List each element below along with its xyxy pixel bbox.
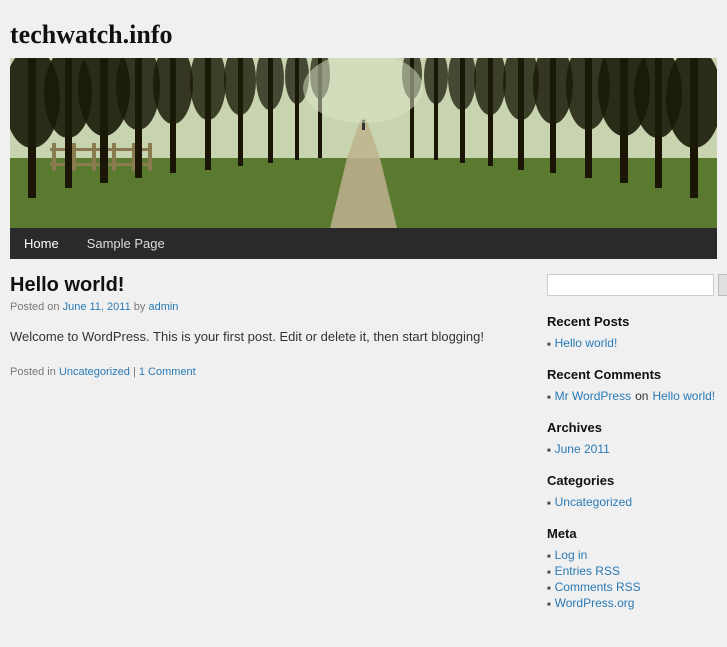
recent-posts-title: Recent Posts xyxy=(547,314,717,329)
nav-bar: Home Sample Page xyxy=(10,228,717,259)
recent-comments-title: Recent Comments xyxy=(547,367,717,382)
search-box: Search xyxy=(547,274,717,296)
site-title: techwatch.info xyxy=(10,10,717,58)
list-item: WordPress.org xyxy=(547,595,717,611)
post-meta-prefix: Posted on xyxy=(10,301,63,313)
meta-title: Meta xyxy=(547,526,717,541)
post-meta: Posted on June 11, 2011 by admin xyxy=(10,301,527,313)
post-content: Welcome to WordPress. This is your first… xyxy=(10,327,527,348)
categories-title: Categories xyxy=(547,473,717,488)
meta-login-link[interactable]: Log in xyxy=(555,548,588,562)
list-item: Uncategorized xyxy=(547,494,717,510)
archives-list: June 2011 xyxy=(547,441,717,457)
main-content: Hello world! Posted on June 11, 2011 by … xyxy=(10,274,527,627)
comment-on: on xyxy=(635,389,648,403)
post-separator: | xyxy=(133,366,136,378)
header-image xyxy=(10,58,717,228)
recent-comments-list: Mr WordPress on Hello world! xyxy=(547,388,717,404)
sidebar: Search Recent Posts Hello world! Recent … xyxy=(547,274,717,627)
list-item: Entries RSS xyxy=(547,563,717,579)
meta-list: Log in Entries RSS Comments RSS WordPres… xyxy=(547,547,717,611)
post-by: by xyxy=(134,301,149,313)
search-input[interactable] xyxy=(547,274,714,296)
meta-comments-rss-link[interactable]: Comments RSS xyxy=(555,580,641,594)
post-author-link[interactable]: admin xyxy=(148,301,178,313)
list-item: Mr WordPress on Hello world! xyxy=(547,388,717,404)
comment-post-link[interactable]: Hello world! xyxy=(652,389,715,403)
post-date-link[interactable]: June 11, 2011 xyxy=(63,301,131,313)
post-footer: Posted in Uncategorized | 1 Comment xyxy=(10,366,527,378)
meta-wordpress-link[interactable]: WordPress.org xyxy=(555,596,635,610)
post-category-link[interactable]: Uncategorized xyxy=(59,366,130,378)
recent-post-link[interactable]: Hello world! xyxy=(555,336,618,350)
list-item: June 2011 xyxy=(547,441,717,457)
archive-link[interactable]: June 2011 xyxy=(555,442,610,456)
post-title: Hello world! xyxy=(10,274,527,297)
post-comment-link[interactable]: 1 Comment xyxy=(139,366,196,378)
search-button[interactable]: Search xyxy=(718,274,727,296)
list-item: Log in xyxy=(547,547,717,563)
categories-list: Uncategorized xyxy=(547,494,717,510)
comment-author-link[interactable]: Mr WordPress xyxy=(555,389,631,403)
list-item: Comments RSS xyxy=(547,579,717,595)
archives-title: Archives xyxy=(547,420,717,435)
recent-posts-list: Hello world! xyxy=(547,335,717,351)
category-link[interactable]: Uncategorized xyxy=(555,495,632,509)
meta-entries-rss-link[interactable]: Entries RSS xyxy=(555,564,620,578)
list-item: Hello world! xyxy=(547,335,717,351)
nav-home[interactable]: Home xyxy=(10,228,73,259)
nav-sample-page[interactable]: Sample Page xyxy=(73,228,179,259)
post-footer-prefix: Posted in xyxy=(10,366,56,378)
